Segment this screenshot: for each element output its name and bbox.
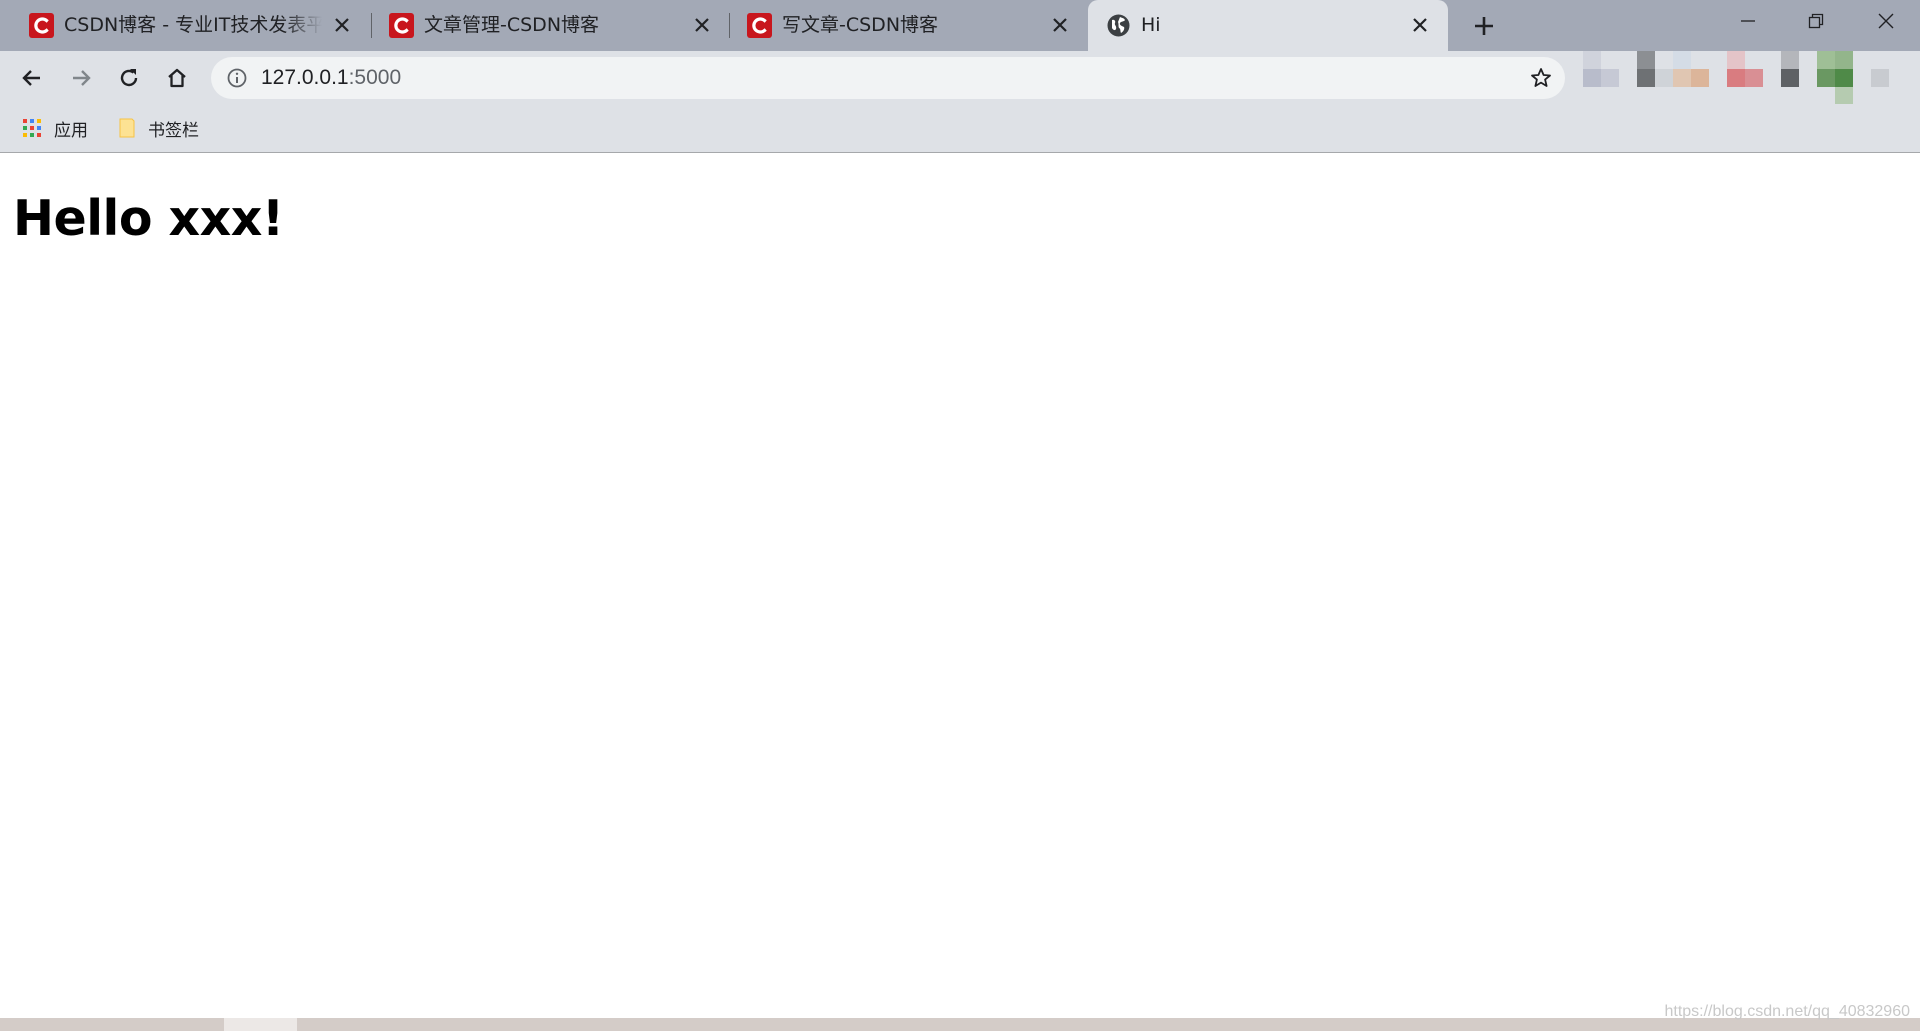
close-icon[interactable]: [1050, 15, 1070, 35]
blurred-extension: [1727, 69, 1745, 87]
blurred-extension: [1655, 69, 1673, 87]
csdn-icon: [747, 13, 772, 38]
tab-strip: CSDN博客 - 专业IT技术发表平台 文章管理-CSDN博客 写文章-CSDN…: [0, 0, 1920, 51]
info-icon[interactable]: [226, 67, 248, 89]
blurred-extension: [1835, 51, 1853, 69]
minimize-button[interactable]: [1714, 0, 1782, 42]
reload-button[interactable]: [112, 61, 146, 95]
tab-csdn-home[interactable]: CSDN博客 - 专业IT技术发表平台: [0, 0, 370, 51]
blurred-extension: [1583, 51, 1601, 69]
tab-write-article[interactable]: 写文章-CSDN博客: [718, 0, 1088, 51]
blurred-extension: [1817, 51, 1835, 69]
restore-icon: [1808, 13, 1824, 29]
blurred-extension: [1673, 51, 1691, 69]
close-icon[interactable]: [1410, 15, 1430, 35]
blurred-extension: [1637, 51, 1655, 69]
minimize-icon: [1741, 20, 1755, 22]
page-content: Hello xxx!: [0, 154, 1920, 1018]
watermark-text: https://blog.csdn.net/qq_40832960: [1664, 1003, 1910, 1020]
blurred-extension: [1745, 69, 1763, 87]
blurred-extension: [1835, 69, 1853, 87]
tab-title: CSDN博客 - 专业IT技术发表平台: [64, 14, 322, 36]
tab-title: 文章管理-CSDN博客: [424, 14, 600, 36]
extension-icons[interactable]: [1575, 51, 1920, 104]
tab-article-manage[interactable]: 文章管理-CSDN博客: [360, 0, 730, 51]
url-host: 127.0.0.1: [261, 66, 349, 89]
bookmark-label: 书签栏: [148, 120, 199, 141]
blurred-extension: [1817, 69, 1835, 87]
bookmark-folder[interactable]: 书签栏: [118, 104, 199, 152]
star-icon[interactable]: [1529, 66, 1553, 90]
blurred-extension: [1727, 51, 1745, 69]
browser-toolbar: 127.0.0.1:5000: [0, 51, 1920, 104]
close-window-button[interactable]: [1852, 0, 1920, 42]
new-tab-plus-icon[interactable]: [1470, 12, 1498, 40]
back-button[interactable]: [15, 61, 49, 95]
tab-title: Hi: [1141, 14, 1161, 36]
reload-icon: [120, 69, 138, 87]
blurred-extension: [1835, 87, 1853, 104]
page-heading: Hello xxx!: [13, 190, 284, 247]
csdn-icon: [29, 13, 54, 38]
blurred-extension: [1601, 69, 1619, 87]
tab-title: 写文章-CSDN博客: [782, 14, 939, 36]
apps-grid-icon: [23, 119, 41, 137]
blurred-extension: [1781, 69, 1799, 87]
blurred-extension: [1583, 69, 1601, 87]
close-icon[interactable]: [692, 15, 712, 35]
close-icon[interactable]: [332, 15, 352, 35]
blurred-extension: [1673, 69, 1691, 87]
url-text[interactable]: 127.0.0.1:5000: [261, 57, 401, 99]
close-icon: [1878, 13, 1894, 29]
arrow-right-icon: [73, 70, 91, 86]
restore-button[interactable]: [1782, 0, 1850, 42]
csdn-icon: [389, 13, 414, 38]
blurred-extension: [1781, 51, 1799, 69]
taskbar-button[interactable]: [224, 1018, 297, 1031]
bookmark-apps[interactable]: 应用: [22, 104, 88, 152]
blurred-extension: [1637, 69, 1655, 87]
forward-button[interactable]: [64, 61, 98, 95]
home-button[interactable]: [160, 61, 194, 95]
tab-hi[interactable]: Hi: [1088, 0, 1448, 51]
arrow-left-icon: [22, 70, 40, 86]
folder-icon: [119, 118, 135, 138]
address-bar[interactable]: 127.0.0.1:5000: [211, 57, 1565, 99]
blurred-extension: [1691, 69, 1709, 87]
taskbar: [0, 1018, 1920, 1031]
bookmark-label: 应用: [54, 120, 88, 141]
home-icon: [168, 68, 186, 88]
bookmarks-bar: 应用 书签栏: [0, 104, 1920, 153]
globe-icon: [1107, 14, 1130, 37]
url-port: :5000: [348, 66, 402, 89]
blurred-extension: [1871, 69, 1889, 87]
